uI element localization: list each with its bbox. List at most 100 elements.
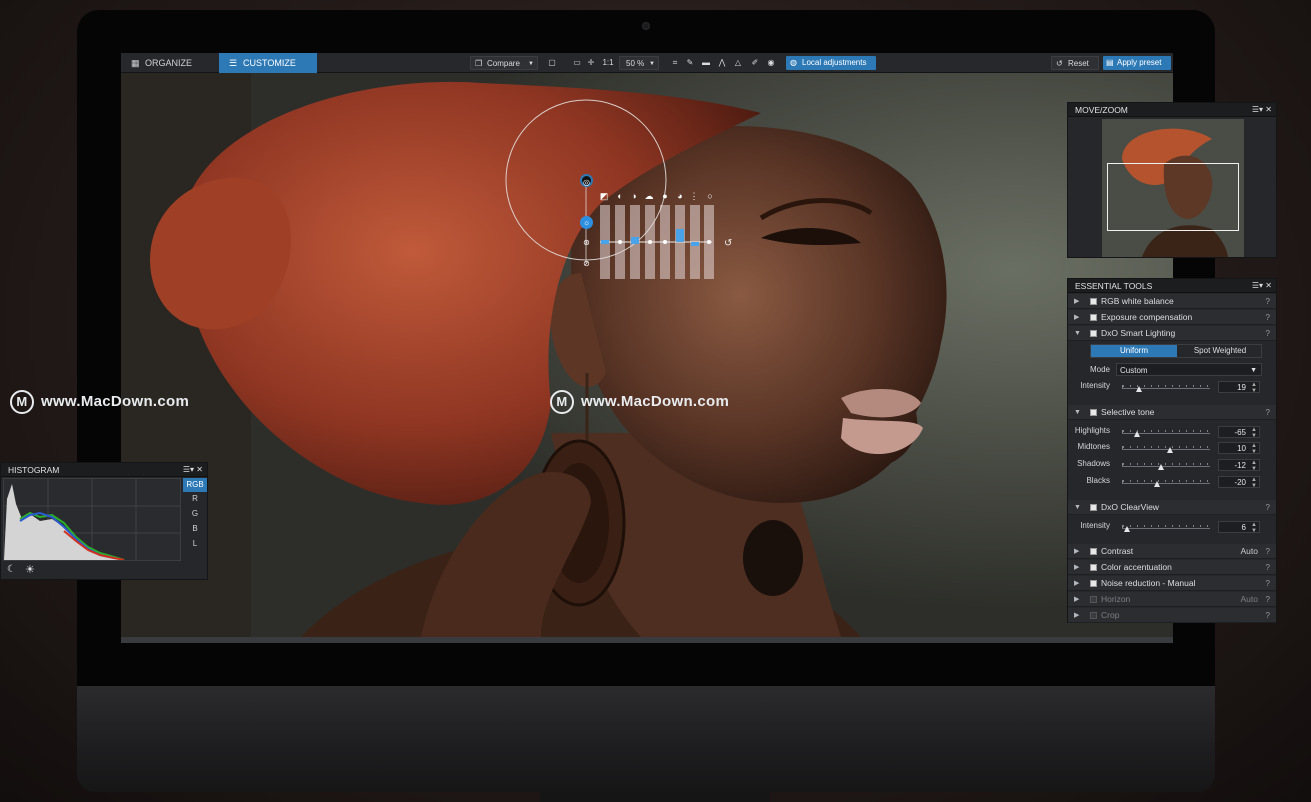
enable-checkbox[interactable] — [1090, 314, 1097, 321]
disabled-checkbox[interactable] — [1090, 612, 1097, 619]
moon-icon[interactable]: ☾ — [7, 564, 16, 575]
enable-checkbox[interactable] — [1090, 298, 1097, 305]
help-icon[interactable]: ? — [1266, 576, 1270, 591]
expand-arrow-icon[interactable]: ▶ — [1074, 608, 1079, 623]
shadows-value-field[interactable]: -12 ▲ ▼ — [1218, 459, 1260, 472]
spinner-icon[interactable]: ▲ ▼ — [1251, 427, 1257, 439]
perspective-icon[interactable]: ⋀ — [715, 56, 729, 70]
blacks-slider[interactable] — [1122, 480, 1210, 487]
tool-row-rgb-white-balance[interactable]: ▶ RGB white balance ? — [1068, 294, 1276, 309]
horizontal-scrollbar[interactable] — [121, 637, 1173, 643]
horizon-icon[interactable]: ▬ — [699, 56, 713, 70]
slider-knob[interactable] — [1157, 464, 1164, 470]
intensity-slider[interactable] — [1122, 385, 1210, 392]
panel-menu-icon[interactable]: ☰▾ ✕ — [183, 463, 203, 477]
intensity-value-field[interactable]: 19 ▲ ▼ — [1218, 381, 1260, 394]
blacks-value-field[interactable]: -20 ▲ ▼ — [1218, 476, 1260, 489]
tool-row-contrast[interactable]: ▶ Contrast Auto ? — [1068, 544, 1276, 559]
panel-menu-icon[interactable]: ☰▾ ✕ — [1252, 279, 1272, 293]
help-icon[interactable]: ? — [1266, 500, 1270, 515]
eye-icon[interactable]: ◉ — [764, 56, 778, 70]
channel-b[interactable]: B — [183, 522, 207, 536]
apply-preset-button[interactable]: ▤ Apply preset — [1103, 56, 1171, 70]
spinner-icon[interactable]: ▲ ▼ — [1251, 443, 1257, 455]
contrast-icon[interactable]: ◐ — [614, 190, 626, 202]
tool-row-selective-tone[interactable]: ▼ Selective tone ? — [1068, 405, 1276, 420]
spinner-icon[interactable]: ▲ ▼ — [1251, 460, 1257, 472]
channel-g[interactable]: G — [183, 507, 207, 521]
midtones-slider[interactable] — [1122, 446, 1210, 453]
help-icon[interactable]: ? — [1266, 326, 1270, 341]
tab-organize[interactable]: ▦ ORGANIZE — [121, 53, 219, 73]
collapse-arrow-icon[interactable]: ▼ — [1074, 405, 1081, 420]
collapse-arrow-icon[interactable]: ▼ — [1074, 326, 1081, 341]
slider-knob[interactable] — [1124, 526, 1131, 532]
enable-checkbox[interactable] — [1090, 548, 1097, 555]
enable-checkbox[interactable] — [1090, 564, 1097, 571]
expand-arrow-icon[interactable]: ▶ — [1074, 576, 1079, 591]
slider-knob[interactable] — [1154, 481, 1161, 487]
expand-arrow-icon[interactable]: ▶ — [1074, 310, 1079, 325]
tool-row-exposure-compensation[interactable]: ▶ Exposure compensation ? — [1068, 310, 1276, 325]
slider-knob[interactable] — [1167, 447, 1174, 453]
collapse-arrow-icon[interactable]: ▼ — [1074, 500, 1081, 515]
volume-icon[interactable]: △ — [731, 56, 745, 70]
help-icon[interactable]: ? — [1266, 310, 1270, 325]
channels-icon[interactable]: ⊛ — [580, 236, 593, 249]
spinner-icon[interactable]: ▲ ▼ — [1251, 382, 1257, 394]
fit-icon[interactable]: ▭ — [571, 56, 583, 70]
mode-uniform-button[interactable]: Uniform — [1091, 345, 1177, 357]
help-icon[interactable]: ? — [1266, 405, 1270, 420]
local-adjustment-ring[interactable] — [121, 73, 1173, 637]
panel-menu-icon[interactable]: ☰▾ ✕ — [1252, 103, 1272, 117]
shadows-slider[interactable] — [1122, 463, 1210, 470]
sun-icon[interactable]: ☀ — [25, 563, 35, 576]
help-icon[interactable]: ? — [1266, 544, 1270, 559]
disabled-checkbox[interactable] — [1090, 596, 1097, 603]
tool-row-color-accentuation[interactable]: ▶ Color accentuation ? — [1068, 560, 1276, 575]
clearview-intensity-field[interactable]: 6 ▲ ▼ — [1218, 521, 1260, 534]
exposure-icon[interactable]: ◩ — [598, 190, 610, 202]
move-icon[interactable]: ✛ — [585, 56, 597, 70]
highlights-value-field[interactable]: -65 ▲ ▼ — [1218, 426, 1260, 439]
enable-checkbox[interactable] — [1090, 409, 1097, 416]
picker-icon[interactable]: ✎ — [684, 56, 696, 70]
expand-arrow-icon[interactable]: ▶ — [1074, 544, 1079, 559]
spinner-icon[interactable]: ▲ ▼ — [1251, 477, 1257, 489]
channel-rgb[interactable]: RGB — [183, 478, 207, 492]
tool-row-clearview[interactable]: ▼ DxO ClearView ? — [1068, 500, 1276, 515]
channel-r[interactable]: R — [183, 492, 207, 506]
crop-icon[interactable]: ⌗ — [669, 56, 681, 70]
ratio-button[interactable]: 1:1 — [600, 56, 616, 70]
help-icon[interactable]: ? — [1266, 608, 1270, 623]
sharpness-icon[interactable]: ⋮ — [688, 190, 700, 202]
photo-viewer[interactable]: ◎ ☼ ⊛ ⊘ — [121, 73, 1173, 637]
tool-row-horizon[interactable]: ▶ Horizon Auto ? — [1068, 592, 1276, 607]
help-icon[interactable]: ? — [1266, 294, 1270, 309]
mode-select[interactable]: Custom ▼ — [1116, 363, 1262, 376]
tool-row-noise-reduction[interactable]: ▶ Noise reduction - Manual ? — [1068, 576, 1276, 591]
spinner-icon[interactable]: ▲ ▼ — [1251, 522, 1257, 534]
tool-row-smart-lighting[interactable]: ▼ DxO Smart Lighting ? — [1068, 326, 1276, 341]
reset-button[interactable]: ↺ Reset — [1051, 56, 1099, 70]
mode-spot-weighted-button[interactable]: Spot Weighted — [1177, 345, 1263, 357]
help-icon[interactable]: ? — [1266, 560, 1270, 575]
enable-checkbox[interactable] — [1090, 330, 1097, 337]
sun-icon[interactable]: ☼ — [580, 216, 593, 229]
navigator-thumbnail[interactable] — [1102, 119, 1244, 257]
help-icon[interactable]: ? — [1266, 592, 1270, 607]
local-adjustment-sliders[interactable]: ↺ — [600, 205, 732, 279]
slider-knob[interactable] — [1135, 386, 1142, 392]
enable-checkbox[interactable] — [1090, 580, 1097, 587]
expand-arrow-icon[interactable]: ▶ — [1074, 294, 1079, 309]
single-view-icon[interactable]: ▢ — [545, 56, 559, 70]
tab-customize[interactable]: ☰ CUSTOMIZE — [219, 53, 317, 73]
clearview-intensity-slider[interactable] — [1122, 525, 1210, 532]
slider-knob[interactable] — [1134, 431, 1141, 437]
highlights-slider[interactable] — [1122, 430, 1210, 437]
zoom-viewport-rect[interactable] — [1107, 163, 1239, 231]
channel-l[interactable]: L — [183, 537, 207, 551]
local-adjustments-button[interactable]: ◍ Local adjustments — [786, 56, 876, 70]
eraser-icon[interactable]: ⊘ — [580, 257, 593, 270]
saturation-icon[interactable]: ● — [659, 190, 671, 202]
